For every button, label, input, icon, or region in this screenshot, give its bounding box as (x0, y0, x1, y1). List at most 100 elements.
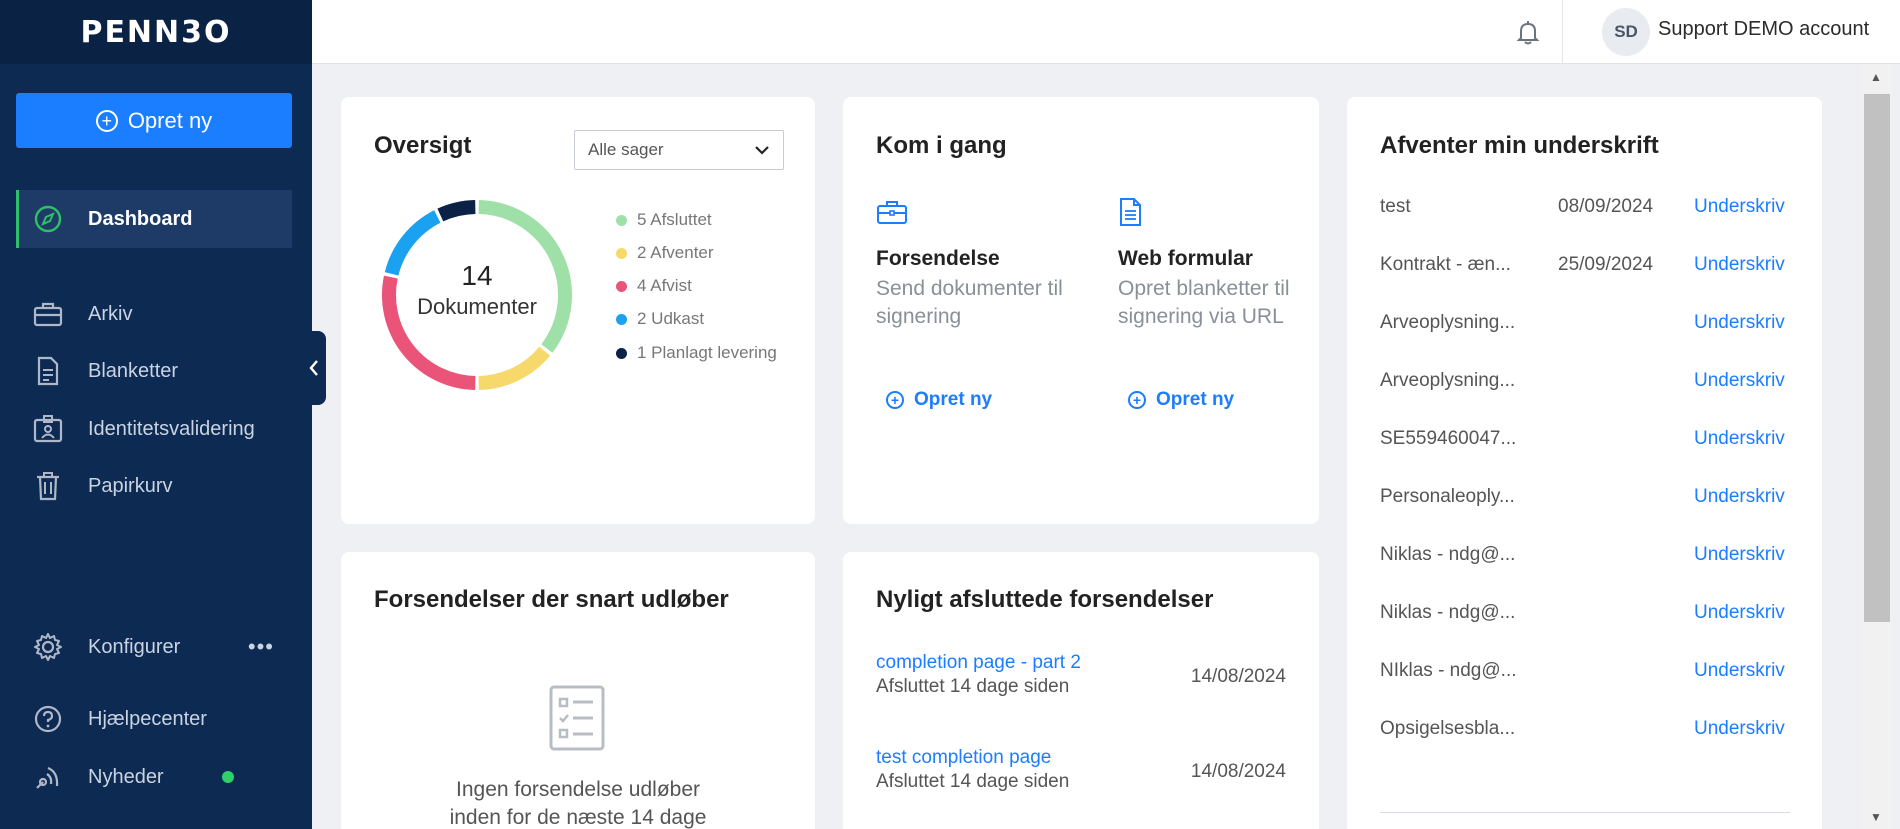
sidebar-item-label: Papirkurv (88, 474, 173, 497)
awaiting-signature-title: Afventer min underskrift (1380, 132, 1659, 159)
sidebar-item-label: Hjælpecenter (88, 707, 207, 730)
get-started-card: Kom i gang Forsendelse Send dokumenter t… (843, 97, 1319, 524)
sidebar-item-dashboard[interactable]: Dashboard (16, 190, 292, 248)
shipment-option: Forsendelse Send dokumenter til signerin… (876, 198, 1076, 331)
top-header: SD Support DEMO account (312, 0, 1900, 64)
account-name[interactable]: Support DEMO account (1658, 18, 1869, 41)
sign-link[interactable]: Underskriv (1694, 428, 1785, 450)
divider (1380, 812, 1790, 813)
create-new-button[interactable]: + Opret ny (16, 93, 292, 148)
donut-segment-4[interactable] (437, 200, 476, 222)
briefcase-icon (30, 296, 66, 332)
document-date: 08/09/2024 (1558, 196, 1654, 217)
bell-icon[interactable] (1514, 18, 1542, 46)
list-item: Niklas - ndg@... Underskriv (1380, 602, 1790, 632)
broadcast-icon (30, 759, 66, 795)
overview-title: Oversigt (374, 132, 472, 159)
sidebar-item-label: Blanketter (88, 359, 179, 382)
collapse-sidebar-button[interactable] (302, 331, 326, 405)
scrollbar-thumb[interactable] (1864, 94, 1890, 622)
gear-icon (30, 629, 66, 665)
logo[interactable]: PENN3O (80, 15, 231, 50)
sidebar-item-label: Konfigurer (88, 635, 181, 658)
legend-item: 4 Afvist (616, 276, 692, 296)
list-item: Niklas - ndg@... Underskriv (1380, 544, 1790, 574)
overview-card: Oversigt Alle sager 14 Dokumenter 5 Afsl… (341, 97, 815, 524)
legend-swatch (616, 280, 627, 292)
legend-label: 1 Planlagt levering (637, 343, 777, 362)
list-item: Arveoplysning... Underskriv (1380, 312, 1790, 342)
legend-label: 4 Afvist (637, 276, 692, 295)
completed-date: 14/08/2024 (1190, 666, 1286, 687)
avatar[interactable]: SD (1602, 8, 1650, 56)
sign-link[interactable]: Underskriv (1694, 544, 1785, 566)
document-name[interactable]: Niklas - ndg@... (1380, 602, 1520, 624)
case-filter-value: Alle sager (588, 140, 664, 159)
legend-label: 2 Udkast (637, 309, 705, 328)
sidebar-item-blanketter[interactable]: Blanketter (16, 342, 292, 400)
sidebar-item-arkiv[interactable]: Arkiv (16, 285, 292, 343)
create-shipment-button[interactable]: + Opret ny (886, 389, 992, 411)
document-name[interactable]: Niklas - ndg@... (1380, 544, 1520, 566)
document-name[interactable]: NIklas - ndg@... (1380, 660, 1520, 682)
help-icon (30, 701, 66, 737)
list-item: Personaleoply... Underskriv (1380, 486, 1790, 516)
legend-label: 5 Afsluttet (637, 210, 712, 229)
list-item: test 08/09/2024 Underskriv (1380, 196, 1790, 226)
sign-link[interactable]: Underskriv (1694, 718, 1785, 740)
document-name[interactable]: Opsigelsesbla... (1380, 718, 1520, 740)
sign-link[interactable]: Underskriv (1694, 312, 1785, 334)
list-item: Kontrakt - æn... 25/09/2024 Underskriv (1380, 254, 1790, 284)
scroll-down-icon[interactable]: ▼ (1866, 810, 1886, 829)
list-item: completion page - part 2 Afsluttet 14 da… (876, 652, 1286, 698)
scroll-up-icon[interactable]: ▲ (1866, 70, 1886, 90)
chevron-left-icon (309, 360, 318, 376)
sidebar-item-label: Dashboard (88, 207, 193, 230)
legend-swatch (616, 313, 627, 325)
document-name[interactable]: test (1380, 196, 1520, 218)
document-name[interactable]: Arveoplysning... (1380, 370, 1520, 392)
web-form-option: Web formular Opret blanketter til signer… (1118, 197, 1318, 331)
donut-segment-1[interactable] (478, 346, 551, 390)
sidebar-item-identitetsvalidering[interactable]: Identitetsvalidering (16, 400, 292, 458)
empty-state-line: inden for de næste 14 dage (449, 806, 707, 829)
create-web-form-button[interactable]: + Opret ny (1128, 389, 1234, 411)
sidebar-item-konfigurer[interactable]: Konfigurer ••• (16, 618, 292, 676)
document-total-label: Dokumenter (417, 294, 537, 319)
sign-link[interactable]: Underskriv (1694, 196, 1785, 218)
document-name[interactable]: Personaleoply... (1380, 486, 1520, 508)
legend-item: 2 Afventer (616, 243, 714, 263)
sidebar-item-label: Nyheder (88, 765, 164, 788)
sidebar-item-papirkurv[interactable]: Papirkurv (16, 457, 292, 515)
sidebar-item-nyheder[interactable]: Nyheder (16, 748, 292, 806)
sign-link[interactable]: Underskriv (1694, 254, 1785, 276)
legend-swatch (616, 247, 627, 259)
header-divider (1562, 0, 1563, 64)
sidebar: PENN3O + Opret ny Dashboard Arkiv Blanke… (0, 0, 312, 829)
document-icon (1120, 198, 1141, 226)
get-started-title: Kom i gang (876, 132, 1007, 159)
legend-label: 2 Afventer (637, 243, 714, 262)
document-name[interactable]: Kontrakt - æn... (1380, 254, 1520, 276)
create-new-label: Opret ny (127, 107, 213, 133)
document-name[interactable]: SE559460047... (1380, 428, 1520, 450)
recent-completed-card: Nyligt afsluttede forsendelser completio… (843, 552, 1319, 829)
logo-bar: PENN3O (0, 0, 312, 64)
list-item: Arveoplysning... Underskriv (1380, 370, 1790, 400)
expiring-card: Forsendelser der snart udløber Ingen for… (341, 552, 815, 829)
recent-completed-title: Nyligt afsluttede forsendelser (876, 586, 1214, 613)
list-item: NIklas - ndg@... Underskriv (1380, 660, 1790, 690)
list-item: test completion page Afsluttet 14 dage s… (876, 747, 1286, 793)
create-web-form-label: Opret ny (1156, 389, 1235, 410)
document-name[interactable]: Arveoplysning... (1380, 312, 1520, 334)
case-filter-select[interactable]: Alle sager (574, 130, 784, 170)
sign-link[interactable]: Underskriv (1694, 486, 1785, 508)
sign-link[interactable]: Underskriv (1694, 660, 1785, 682)
more-dots-icon[interactable]: ••• (248, 634, 274, 660)
document-date: 25/09/2024 (1558, 254, 1654, 275)
chevron-down-icon (755, 146, 769, 155)
sign-link[interactable]: Underskriv (1694, 370, 1785, 392)
sidebar-item-hjaelpecenter[interactable]: Hjælpecenter (16, 690, 292, 748)
notification-dot (222, 771, 234, 783)
sign-link[interactable]: Underskriv (1694, 602, 1785, 624)
